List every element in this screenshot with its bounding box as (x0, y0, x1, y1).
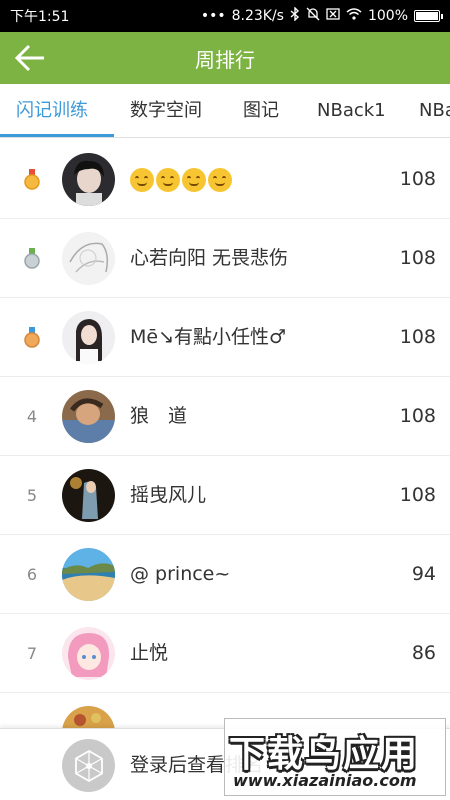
bronze-medal-icon (14, 298, 50, 377)
back-button[interactable] (10, 38, 50, 78)
smirk-emoji-icon (130, 168, 154, 192)
tab-flash-memory[interactable]: 闪记训练 (16, 84, 88, 137)
watermark: 下载鸟应用 www.xiazainiao.com (224, 718, 446, 796)
avatar[interactable] (62, 232, 115, 285)
screen: 下午1:51 ••• 8.23K/s 100% 周排行 闪记训练 数字空间 图记… (0, 0, 450, 800)
ranking-row[interactable]: 108 (0, 140, 450, 219)
sim-off-icon (326, 8, 340, 24)
tab-picture-memory[interactable]: 图记 (243, 84, 279, 137)
tab-nback1[interactable]: NBack1 (317, 84, 386, 137)
wink-tongue-emoji-icon (182, 168, 206, 192)
score: 108 (399, 405, 436, 427)
battery-level: 100% (367, 8, 408, 24)
score: 108 (399, 168, 436, 190)
bluetooth-icon (290, 6, 300, 25)
ranking-list: 108 心若向阳 无畏悲伤 108 Mē↘有點小任性♂ 108 4 狼 道 10… (0, 140, 450, 772)
tab-nback-partial[interactable]: NBa (419, 84, 450, 137)
ranking-row[interactable]: 7 止悦 86 (0, 614, 450, 693)
name-emoji-group (130, 168, 232, 192)
user-name: 摇曳风儿 (130, 484, 207, 506)
eye-roll-emoji-icon (208, 168, 232, 192)
score: 108 (399, 484, 436, 506)
ranking-row[interactable]: 5 摇曳风儿 108 (0, 456, 450, 535)
tab-bar: 闪记训练 数字空间 图记 NBack1 NBa (0, 84, 450, 138)
page-title: 周排行 (195, 47, 255, 72)
user-name: @ prince~ (130, 563, 231, 585)
score: 94 (411, 563, 436, 585)
avatar[interactable] (62, 311, 115, 364)
user-name: Mē↘有點小任性♂ (130, 326, 287, 348)
wifi-icon (346, 8, 362, 24)
avatar[interactable] (62, 390, 115, 443)
avatar[interactable] (62, 153, 115, 206)
gold-medal-icon (14, 140, 50, 219)
watermark-url: www.xiazainiao.com (233, 771, 417, 790)
alarm-off-icon (306, 7, 320, 25)
rank-number: 6 (26, 565, 38, 584)
rank-number: 5 (26, 486, 38, 505)
score: 86 (411, 642, 436, 664)
status-bar: 下午1:51 ••• 8.23K/s 100% (0, 0, 450, 32)
user-name: 狼 道 (130, 405, 188, 427)
silver-medal-icon (14, 219, 50, 298)
rank-number: 4 (26, 407, 38, 426)
status-time: 下午1:51 (10, 9, 70, 25)
rank-number: 7 (26, 644, 38, 663)
tab-number-space[interactable]: 数字空间 (130, 84, 202, 137)
ranking-row[interactable]: Mē↘有點小任性♂ 108 (0, 298, 450, 377)
app-bar: 周排行 (0, 32, 450, 84)
ranking-row[interactable]: 心若向阳 无畏悲伤 108 (0, 219, 450, 298)
ranking-row[interactable]: 4 狼 道 108 (0, 377, 450, 456)
battery-icon (414, 10, 443, 22)
network-speed: 8.23K/s (231, 8, 284, 24)
score: 108 (399, 247, 436, 269)
user-name: 止悦 (130, 642, 169, 664)
back-arrow-icon (14, 44, 44, 72)
score: 108 (399, 326, 436, 348)
status-indicators: ••• 8.23K/s 100% (200, 6, 443, 25)
more-dots-icon: ••• (200, 8, 226, 24)
squint-tongue-emoji-icon (156, 168, 180, 192)
ranking-row[interactable]: 6 @ prince~ 94 (0, 535, 450, 614)
watermark-logo: 下载鸟应用 (229, 734, 420, 775)
avatar[interactable] (62, 627, 115, 680)
user-name: 心若向阳 无畏悲伤 (130, 247, 289, 269)
default-avatar-icon (62, 739, 115, 792)
avatar[interactable] (62, 548, 115, 601)
avatar[interactable] (62, 469, 115, 522)
tab-indicator (0, 134, 114, 137)
